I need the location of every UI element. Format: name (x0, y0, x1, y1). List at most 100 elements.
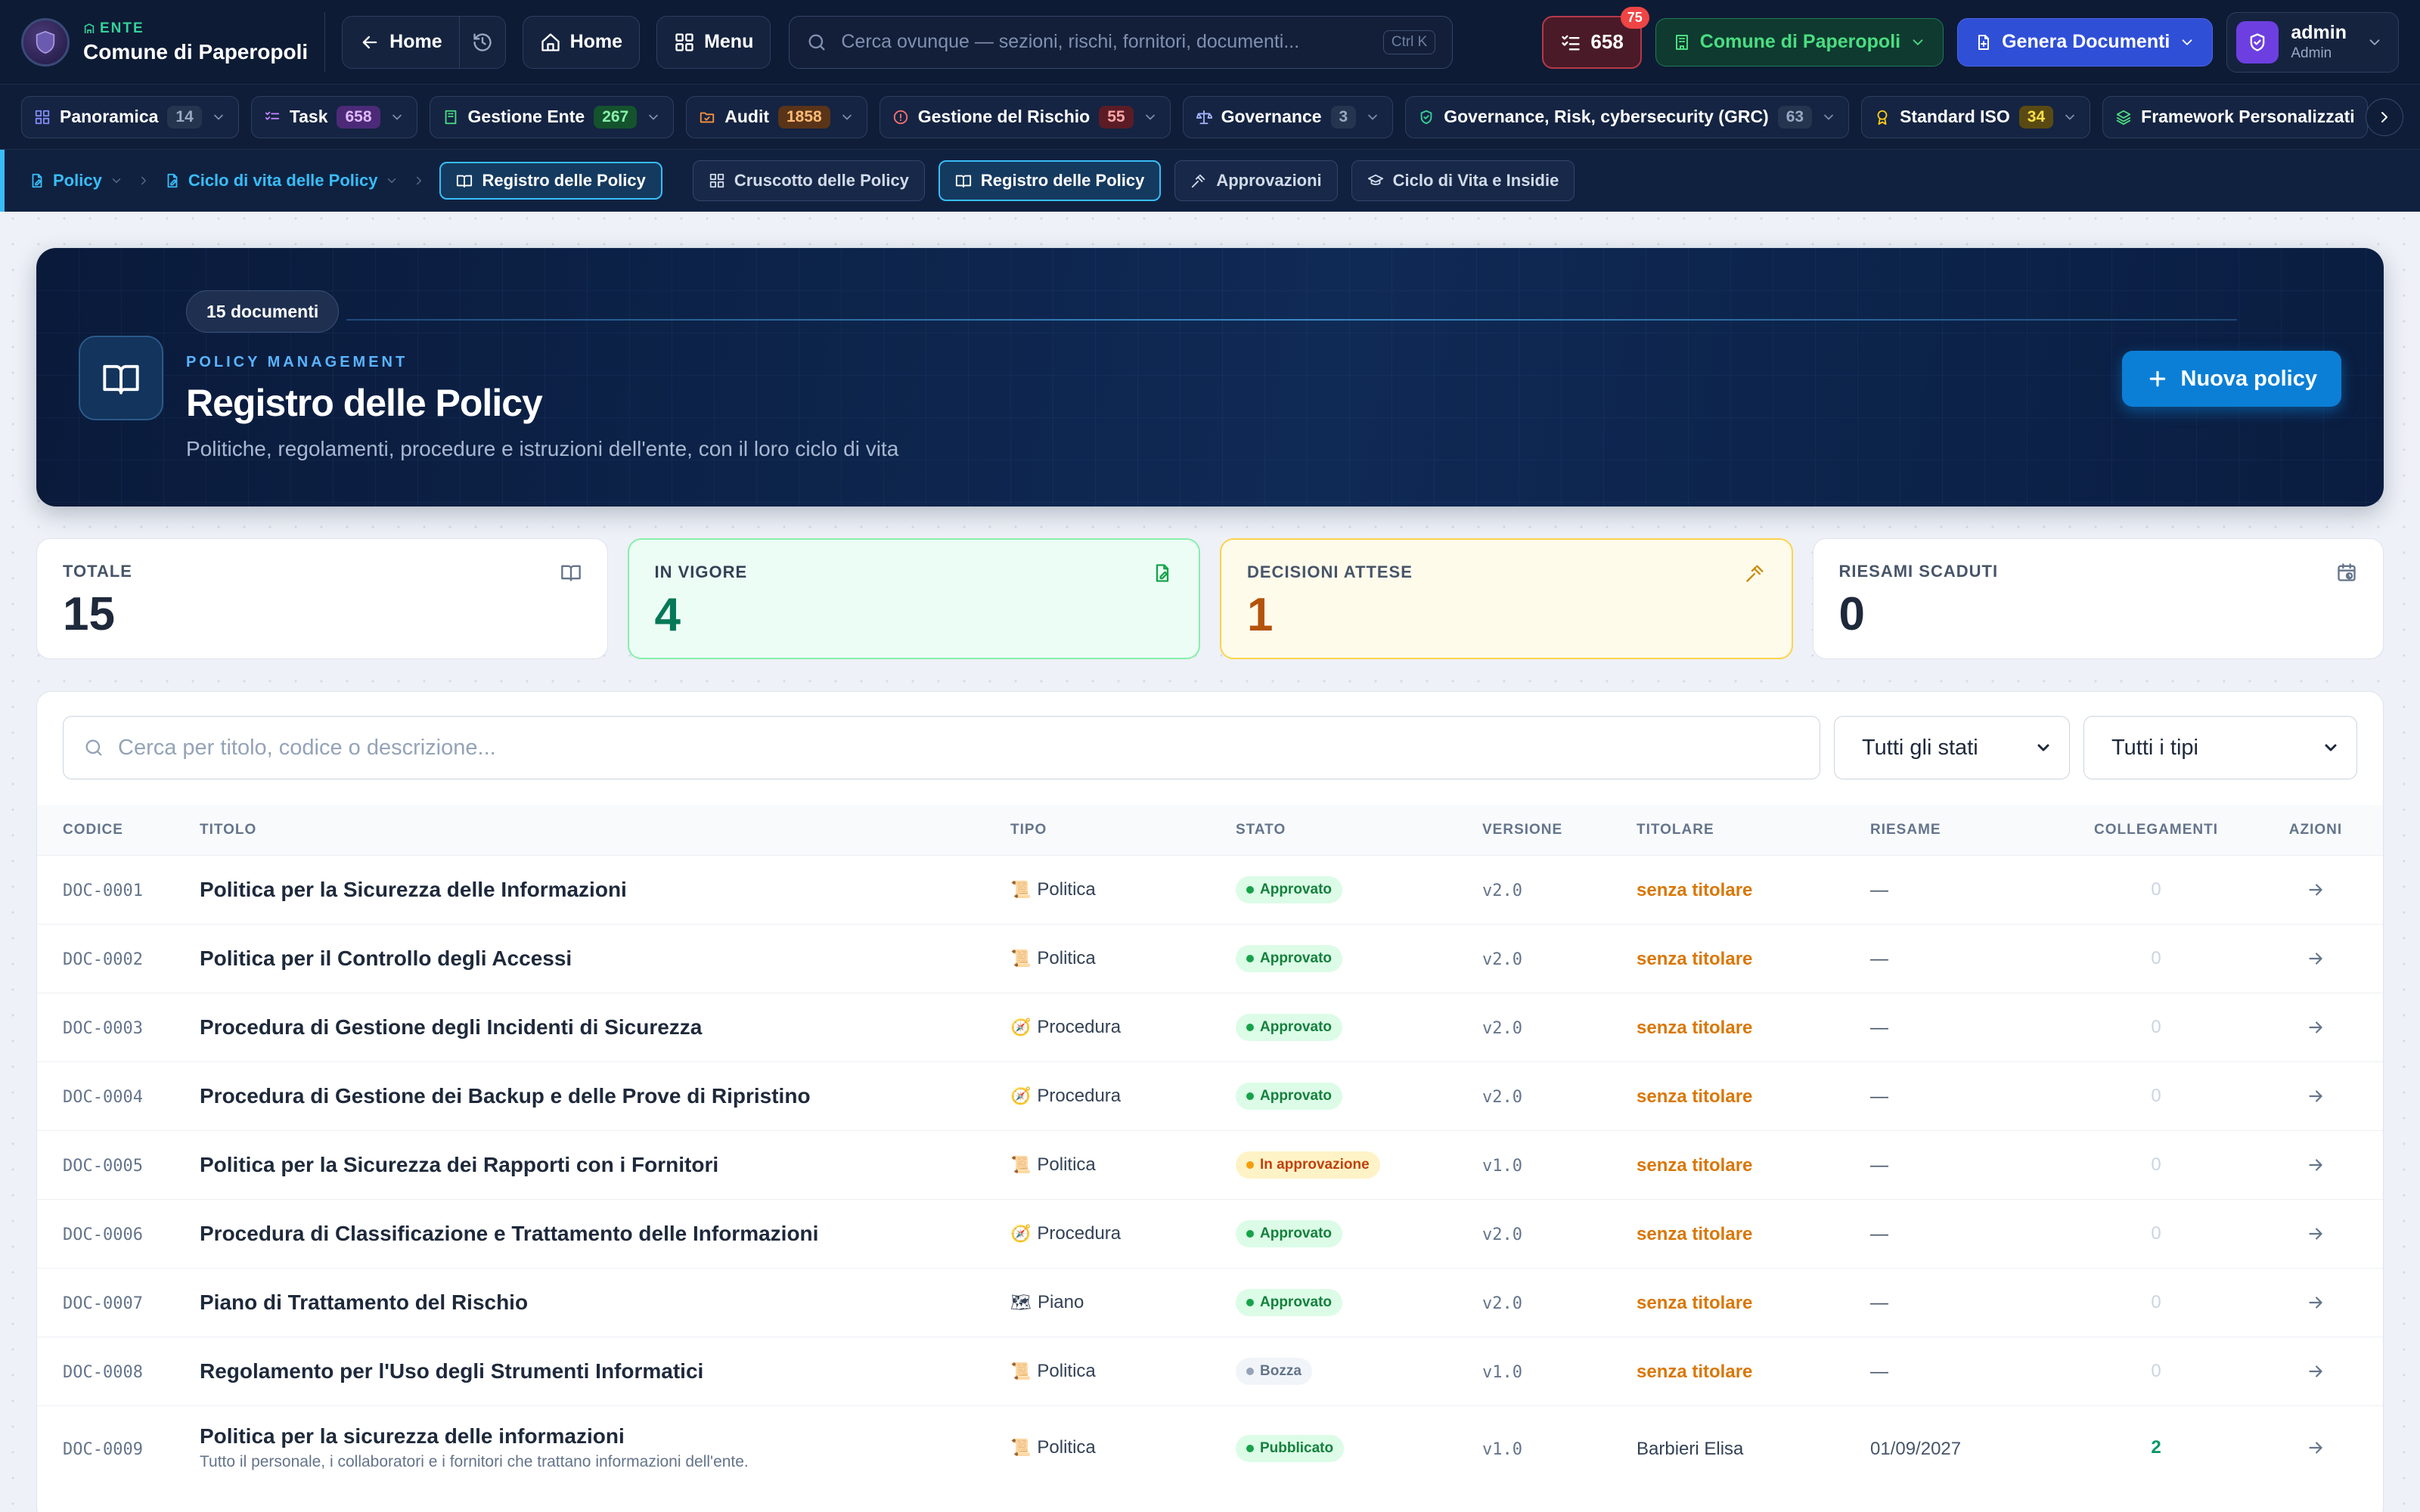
type-filter-select[interactable]: Tutti i tipi (2083, 716, 2357, 779)
stat-card-riesami-scaduti: RIESAMI SCADUTI 0 (1812, 538, 2384, 659)
module-audit[interactable]: Audit 1858 (686, 95, 867, 138)
generate-documents-button[interactable]: Genera Documenti (1957, 17, 2214, 67)
tasks-button[interactable]: 658 75 (1542, 6, 1649, 69)
table-row[interactable]: DOC-0004 Procedura di Gestione dei Backu… (37, 1061, 2383, 1130)
back-home-button[interactable]: Home (343, 16, 459, 68)
open-row-button[interactable] (2247, 1224, 2383, 1244)
scale-icon (1196, 110, 1212, 124)
chevron-down-icon (392, 114, 402, 119)
new-policy-button[interactable]: Nuova policy (2121, 351, 2341, 407)
module-grc[interactable]: Governance, Risk, cybersecurity (GRC) 63 (1405, 95, 1850, 138)
tab-approvazioni[interactable]: Approvazioni (1174, 160, 1338, 201)
module-count: 63 (1777, 105, 1813, 129)
arrow-right-icon (2309, 1021, 2322, 1033)
column-header[interactable]: TIPO (1010, 805, 1236, 855)
table-row[interactable]: DOC-0005 Politica per la Sicurezza dei R… (37, 1129, 2383, 1199)
table-row[interactable]: DOC-0006 Procedura di Classificazione e … (37, 1198, 2383, 1268)
row-type: 📜 Politica (1010, 1361, 1236, 1382)
status-label: Approvato (1260, 1019, 1332, 1035)
back-home-label: Home (389, 31, 442, 52)
module-gestione-ente[interactable]: Gestione Ente 267 (429, 95, 675, 138)
breadcrumb-current[interactable]: Registro delle Policy (439, 162, 662, 200)
status-dot (1246, 1024, 1254, 1031)
global-search-input[interactable]: Cerca ovunque — sezioni, rischi, fornito… (789, 15, 1454, 69)
module-gestione-rischio[interactable]: Gestione del Rischio 55 (879, 95, 1171, 138)
state-filter-select[interactable]: Tutti gli stati (1834, 716, 2070, 779)
open-row-button[interactable] (2247, 1438, 2383, 1458)
table-row[interactable]: DOC-0008 Regolamento per l'Uso degli Str… (37, 1336, 2383, 1405)
column-header[interactable]: RIESAME (1870, 805, 2065, 855)
row-type: 🧭 Procedura (1010, 1223, 1236, 1244)
module-panoramica[interactable]: Panoramica 14 (21, 95, 239, 138)
filters-bar: Cerca per titolo, codice o descrizione..… (37, 692, 2383, 805)
breadcrumb-ciclo-di-vita[interactable]: Ciclo di vita delle Policy (164, 171, 399, 191)
home-button[interactable]: Home (522, 15, 641, 69)
table-row[interactable]: DOC-0001 Politica per la Sicurezza delle… (37, 854, 2383, 924)
open-row-button[interactable] (2247, 1362, 2383, 1381)
row-title[interactable]: Politica per la Sicurezza dei Rapporti c… (200, 1153, 1010, 1177)
chevron-down-icon (1145, 114, 1155, 119)
column-header[interactable]: STATO (1236, 805, 1482, 855)
row-owner: senza titolare (1637, 1293, 1753, 1313)
open-row-button[interactable] (2247, 880, 2383, 900)
book-open-icon (955, 175, 972, 188)
row-links: 0 (2065, 1129, 2247, 1199)
row-title[interactable]: Piano di Trattamento del Rischio (200, 1290, 1010, 1315)
tab-cruscotto[interactable]: Cruscotto delle Policy (692, 160, 925, 201)
row-type-label: Procedura (1037, 1222, 1122, 1244)
policy-search-input[interactable]: Cerca per titolo, codice o descrizione..… (63, 716, 1820, 779)
type-icon: 📜 (1010, 1361, 1032, 1380)
stat-label: DECISIONI ATTESE (1247, 562, 1413, 581)
tab-registro[interactable]: Registro delle Policy (938, 160, 1162, 201)
open-row-button[interactable] (2247, 949, 2383, 968)
stat-value: 4 (654, 589, 681, 641)
status-label: Approvato (1260, 1225, 1332, 1241)
status-label: In approvazione (1260, 1157, 1370, 1173)
module-label: Standard ISO (1900, 107, 2010, 126)
tab-label: Approvazioni (1216, 171, 1322, 190)
breadcrumb-policy[interactable]: Policy (29, 171, 123, 191)
modules-scroll-right-button[interactable] (2366, 98, 2403, 136)
row-type: 📜 Politica (1010, 1437, 1236, 1458)
open-row-button[interactable] (2247, 1086, 2383, 1106)
column-header[interactable]: TITOLO (200, 805, 1010, 855)
column-header[interactable]: CODICE (37, 805, 200, 855)
table-row[interactable]: DOC-0007 Piano di Trattamento del Rischi… (37, 1267, 2383, 1337)
stat-value: 1 (1247, 589, 1274, 641)
column-header[interactable]: COLLEGAMENTI (2065, 805, 2247, 855)
layers-icon (2116, 110, 2131, 125)
row-title[interactable]: Procedura di Gestione degli Incidenti di… (200, 1015, 1010, 1040)
page-title: Registro delle Policy (186, 382, 543, 424)
ente-selector[interactable]: Comune di Paperopoli (1655, 17, 1944, 67)
row-version: v2.0 (1482, 950, 1522, 969)
table-row[interactable]: DOC-0002 Politica per il Controllo degli… (37, 923, 2383, 993)
row-code: DOC-0007 (63, 1294, 143, 1313)
row-title[interactable]: Procedura di Gestione dei Backup e delle… (200, 1084, 1010, 1108)
row-title[interactable]: Regolamento per l'Uso degli Strumenti In… (200, 1359, 1010, 1383)
row-type: 🗺 Piano (1010, 1292, 1236, 1313)
history-button[interactable] (458, 16, 505, 68)
brand[interactable]: ENTE Comune di Paperopoli (21, 11, 326, 73)
row-title[interactable]: Politica per la Sicurezza delle Informaz… (200, 878, 1010, 902)
open-row-button[interactable] (2247, 1155, 2383, 1175)
module-governance[interactable]: Governance 3 (1182, 95, 1394, 138)
column-header[interactable]: VERSIONE (1482, 805, 1637, 855)
row-title[interactable]: Politica per il Controllo degli Accessi (200, 947, 1010, 971)
row-title[interactable]: Politica per la sicurezza delle informaz… (200, 1424, 1010, 1448)
chevron-down-icon (112, 178, 121, 183)
row-review: — (1870, 1293, 1888, 1313)
open-row-button[interactable] (2247, 1293, 2383, 1312)
module-standard-iso[interactable]: Standard ISO 34 (1861, 95, 2091, 138)
open-row-button[interactable] (2247, 1018, 2383, 1037)
column-header[interactable]: TITOLARE (1637, 805, 1870, 855)
module-framework-personalizzati[interactable]: Framework Personalizzati (2102, 95, 2368, 138)
menu-button[interactable]: Menu (656, 15, 771, 69)
tab-ciclo-vita-insidie[interactable]: Ciclo di Vita e Insidie (1351, 160, 1575, 201)
row-title[interactable]: Procedura di Classificazione e Trattamen… (200, 1222, 1010, 1246)
table-row[interactable]: DOC-0003 Procedura di Gestione degli Inc… (37, 992, 2383, 1061)
module-task[interactable]: Task 658 (250, 95, 417, 138)
user-menu[interactable]: admin Admin (2226, 11, 2399, 73)
table-row[interactable]: DOC-0009 Politica per la sicurezza delle… (37, 1405, 2383, 1490)
user-name: admin (2291, 22, 2347, 43)
row-owner: senza titolare (1637, 1155, 1753, 1176)
